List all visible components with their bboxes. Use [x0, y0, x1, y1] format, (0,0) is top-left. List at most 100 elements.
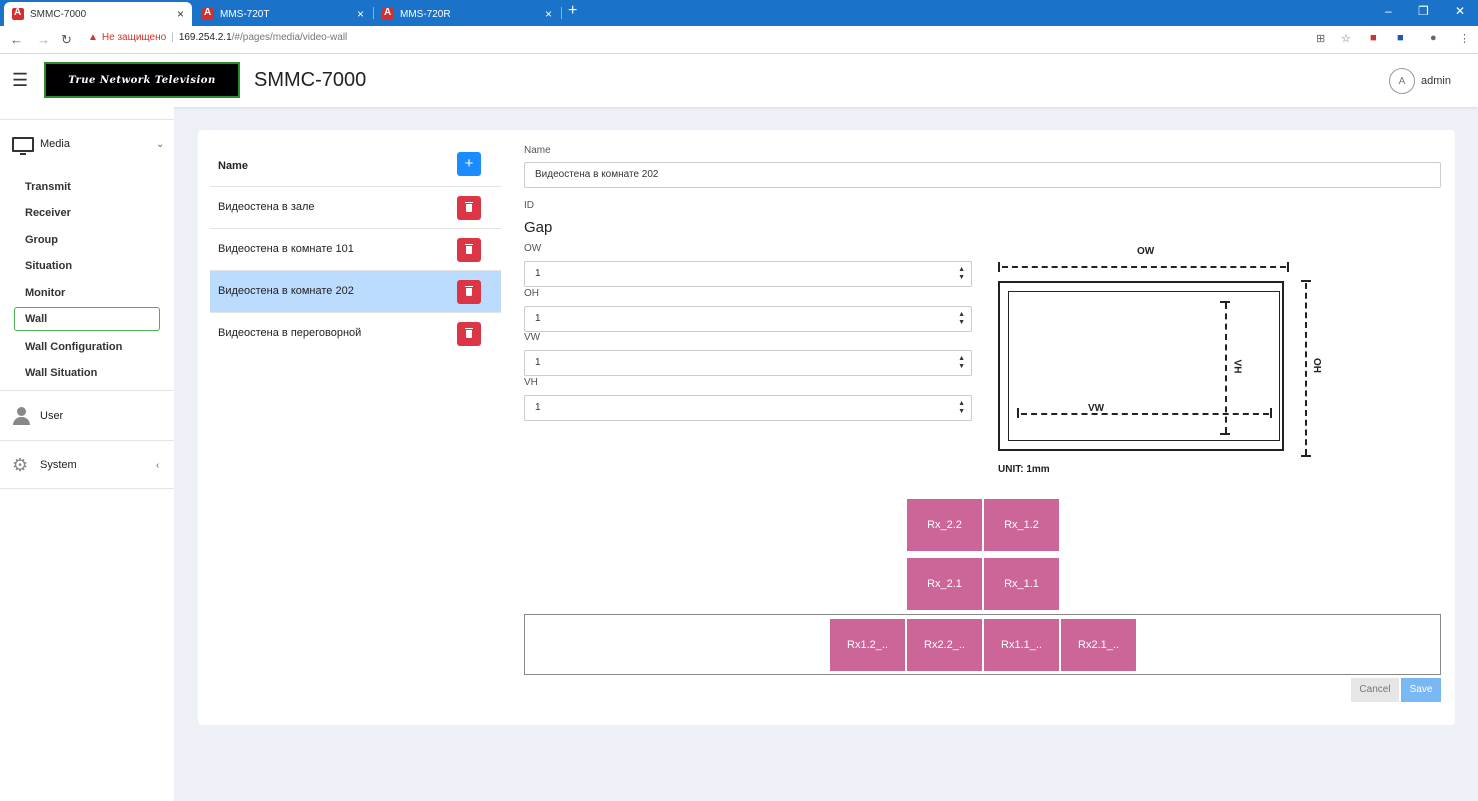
- sidebar-item-wall-configuration[interactable]: Wall Configuration: [14, 335, 160, 359]
- sidebar-group-label: User: [40, 410, 64, 422]
- spinner-icon[interactable]: ▲ ▼: [958, 266, 965, 282]
- close-icon[interactable]: ×: [177, 7, 184, 21]
- restore-icon[interactable]: ❐: [1418, 4, 1429, 18]
- list-item[interactable]: Видеостена в зале: [210, 186, 501, 228]
- dimension-tick: [1301, 280, 1311, 282]
- list-item-name: Видеостена в зале: [218, 201, 315, 213]
- ow-value: 1: [535, 268, 541, 279]
- ow-diagram-label: OW: [1137, 246, 1155, 257]
- wall-cell[interactable]: Rx_1.1: [984, 558, 1059, 610]
- tray-receiver[interactable]: Rx2.1_..: [1061, 619, 1136, 671]
- ow-stepper[interactable]: 1 ▲ ▼: [524, 261, 972, 287]
- receiver-tray: Rx1.2_.. Rx2.2_.. Rx1.1_.. Rx2.1_..: [524, 614, 1441, 675]
- oh-dimension-line: [1305, 283, 1307, 455]
- divider: [0, 390, 174, 391]
- vh-stepper[interactable]: 1 ▲ ▼: [524, 395, 972, 421]
- angular-icon: [12, 7, 24, 20]
- list-item-name: Видеостена в комнате 101: [218, 243, 354, 255]
- add-wall-button[interactable]: +: [457, 152, 481, 176]
- sidebar-group-label: Media: [40, 138, 70, 150]
- save-button[interactable]: Save: [1401, 678, 1441, 702]
- sidebar-item-monitor[interactable]: Monitor: [14, 281, 160, 305]
- forward-icon[interactable]: →: [37, 32, 50, 47]
- dimension-tick: [1301, 455, 1311, 457]
- vh-label: VH: [524, 377, 538, 388]
- username[interactable]: admin: [1421, 75, 1451, 87]
- translate-icon[interactable]: ⊞: [1316, 32, 1325, 45]
- divider: [0, 488, 174, 489]
- avatar[interactable]: A: [1389, 68, 1415, 94]
- minimize-icon[interactable]: –: [1385, 4, 1392, 18]
- tray-receiver[interactable]: Rx1.1_..: [984, 619, 1059, 671]
- tray-receiver[interactable]: Rx1.2_..: [830, 619, 905, 671]
- url-path: /#/pages/media/video-wall: [231, 32, 348, 43]
- tab-separator: [561, 7, 562, 19]
- sidebar-item-group[interactable]: Group: [14, 228, 160, 252]
- oh-diagram-label: OH: [1311, 358, 1322, 373]
- close-icon[interactable]: ×: [357, 7, 364, 21]
- browser-tab-title: SMMC-7000: [30, 8, 87, 20]
- user-icon: [12, 407, 30, 425]
- address-bar: ← → ↻ ▲ Не защищено | 169.254.2.1 /#/pag…: [0, 26, 1478, 54]
- delete-button[interactable]: [457, 280, 481, 304]
- delete-button[interactable]: [457, 238, 481, 262]
- delete-button[interactable]: [457, 322, 481, 346]
- sidebar-group-system[interactable]: ⚙ System ‹: [0, 441, 174, 489]
- sidebar-item-wall[interactable]: Wall: [14, 307, 160, 331]
- sidebar-item-receiver[interactable]: Receiver: [14, 201, 160, 225]
- dimension-tick: [1017, 408, 1019, 418]
- extension-icon[interactable]: ■: [1397, 32, 1404, 44]
- wall-cell[interactable]: Rx_1.2: [984, 499, 1059, 551]
- menu-kebab-icon[interactable]: ⋮: [1459, 32, 1470, 45]
- profile-icon[interactable]: ●: [1430, 32, 1437, 44]
- delete-button[interactable]: [457, 196, 481, 220]
- sidebar-item-situation[interactable]: Situation: [14, 254, 160, 278]
- browser-tab[interactable]: SMMC-7000 ×: [4, 2, 192, 26]
- browser-tab[interactable]: MMS-720R ×: [374, 2, 560, 26]
- url-divider: |: [171, 32, 174, 43]
- wall-cell[interactable]: Rx_2.1: [907, 558, 982, 610]
- hamburger-menu-icon[interactable]: ☰: [12, 70, 28, 91]
- star-icon[interactable]: ☆: [1341, 32, 1351, 45]
- warning-icon: ▲: [88, 32, 98, 43]
- vw-stepper[interactable]: 1 ▲ ▼: [524, 350, 972, 376]
- app-title: SMMC-7000: [254, 69, 367, 91]
- pdf-extension-icon[interactable]: ■: [1370, 32, 1377, 44]
- vw-label: VW: [524, 332, 541, 343]
- sidebar-group-media[interactable]: Media ⌄: [0, 120, 174, 168]
- list-item[interactable]: Видеостена в комнате 101: [210, 228, 501, 270]
- sidebar: Media ⌄ Transmit Receiver Group Situatio…: [0, 107, 174, 801]
- angular-icon: [382, 7, 394, 20]
- vw-value: 1: [535, 357, 541, 368]
- back-icon[interactable]: ←: [10, 32, 23, 47]
- wall-cell[interactable]: Rx_2.2: [907, 499, 982, 551]
- oh-label: OH: [524, 288, 539, 299]
- reload-icon[interactable]: ↻: [61, 32, 72, 48]
- tray-receiver[interactable]: Rx2.2_..: [907, 619, 982, 671]
- spinner-icon[interactable]: ▲ ▼: [958, 311, 965, 327]
- name-field[interactable]: Видеостена в комнате 202: [524, 162, 1441, 188]
- spinner-icon[interactable]: ▲ ▼: [958, 355, 965, 371]
- close-icon[interactable]: ×: [545, 7, 552, 21]
- close-window-icon[interactable]: ✕: [1455, 4, 1465, 18]
- gap-title: Gap: [524, 219, 553, 236]
- oh-stepper[interactable]: 1 ▲ ▼: [524, 306, 972, 332]
- gear-icon: ⚙: [12, 454, 29, 475]
- sidebar-item-wall-situation[interactable]: Wall Situation: [14, 361, 160, 385]
- spinner-icon[interactable]: ▲ ▼: [958, 400, 965, 416]
- sidebar-group-user[interactable]: User: [0, 392, 174, 440]
- list-item-selected[interactable]: Видеостена в комнате 202: [210, 270, 501, 312]
- url-field[interactable]: ▲ Не защищено | 169.254.2.1 /#/pages/med…: [88, 32, 347, 43]
- new-tab-icon[interactable]: +: [568, 2, 577, 20]
- cancel-button[interactable]: Cancel: [1351, 678, 1399, 702]
- dimension-tick: [998, 262, 1000, 272]
- sidebar-item-transmit[interactable]: Transmit: [14, 175, 160, 199]
- chevron-down-icon: ⌄: [156, 138, 165, 150]
- list-item[interactable]: Видеостена в переговорной: [210, 312, 501, 354]
- list-header-name: Name: [218, 160, 248, 172]
- sidebar-group-label: System: [40, 459, 77, 471]
- logo: True Network Television: [44, 62, 240, 98]
- browser-tab[interactable]: MMS-720T ×: [194, 2, 372, 26]
- name-label: Name: [524, 145, 551, 156]
- dimension-tick: [1287, 262, 1289, 272]
